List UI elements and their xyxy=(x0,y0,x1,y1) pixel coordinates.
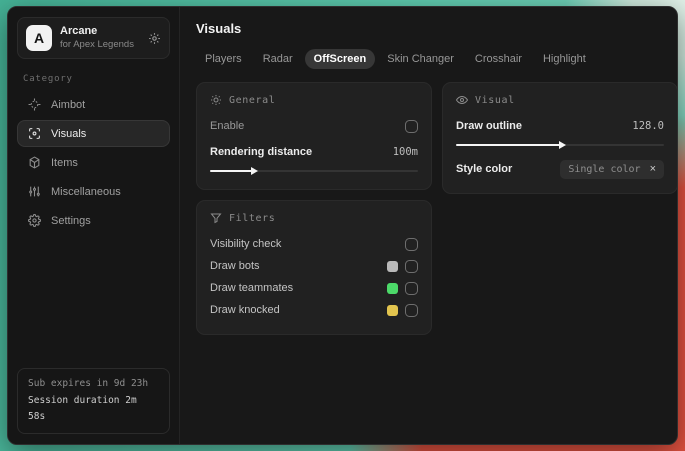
panel-general-header: General xyxy=(210,94,418,106)
sidebar-item-label: Aimbot xyxy=(51,98,86,111)
draw-bots-color-swatch[interactable] xyxy=(387,260,398,272)
sidebar-item-items[interactable]: Items xyxy=(17,149,170,176)
draw-bots-label: Draw bots xyxy=(210,260,260,272)
sun-icon xyxy=(210,94,222,106)
tab-skin-changer[interactable]: Skin Changer xyxy=(378,49,463,69)
category-label: Category xyxy=(23,74,73,84)
draw-knocked-row: Draw knocked xyxy=(210,299,418,321)
panel-general: General Enable Rendering distance 100m xyxy=(196,82,432,190)
tab-highlight[interactable]: Highlight xyxy=(534,49,595,69)
panel-title: General xyxy=(229,94,276,106)
draw-outline-slider[interactable] xyxy=(456,140,664,150)
tab-players[interactable]: Players xyxy=(196,49,251,69)
gear-icon xyxy=(28,214,41,227)
draw-teammates-checkbox[interactable] xyxy=(405,281,418,295)
subscription-card: Sub expires in 9d 23h Session duration 2… xyxy=(17,368,170,434)
sidebar-item-label: Miscellaneous xyxy=(51,185,121,198)
sidebar: A Arcane for Apex Legends Category Aimbo… xyxy=(8,7,180,444)
sidebar-item-label: Items xyxy=(51,156,78,169)
style-color-row: Style color Single color × xyxy=(456,158,664,180)
visibility-check-row: Visibility check xyxy=(210,233,418,255)
draw-knocked-checkbox[interactable] xyxy=(405,303,418,317)
page-title: Visuals xyxy=(196,21,242,36)
close-icon[interactable]: × xyxy=(650,163,656,175)
left-column: General Enable Rendering distance 100m F… xyxy=(196,82,432,335)
draw-bots-checkbox[interactable] xyxy=(405,259,418,273)
gear-icon[interactable] xyxy=(148,32,161,45)
right-column: Visual Draw outline 128.0 Style color Si… xyxy=(442,82,677,194)
panel-visual: Visual Draw outline 128.0 Style color Si… xyxy=(442,82,677,194)
sidebar-item-miscellaneous[interactable]: Miscellaneous xyxy=(17,178,170,205)
tab-bar: Players Radar OffScreen Skin Changer Cro… xyxy=(196,49,677,69)
sliders-icon xyxy=(28,185,41,198)
tab-offscreen[interactable]: OffScreen xyxy=(304,49,376,69)
draw-bots-row: Draw bots xyxy=(210,255,418,277)
enable-checkbox[interactable] xyxy=(405,119,418,133)
slider-fill[interactable] xyxy=(210,167,258,175)
eye-scan-icon xyxy=(28,127,41,140)
sub-expires-text: Sub expires in 9d 23h xyxy=(28,378,149,390)
slider-fill[interactable] xyxy=(456,141,566,149)
arcane-window: A Arcane for Apex Legends Category Aimbo… xyxy=(7,6,678,445)
draw-outline-value: 128.0 xyxy=(632,120,664,132)
rendering-distance-row: Rendering distance 100m xyxy=(210,141,418,163)
enable-label: Enable xyxy=(210,120,245,132)
draw-bots-controls xyxy=(387,259,418,273)
tab-radar[interactable]: Radar xyxy=(254,49,302,69)
eye-icon xyxy=(456,94,468,106)
draw-teammates-row: Draw teammates xyxy=(210,277,418,299)
brand-subtitle: for Apex Legends xyxy=(60,38,134,50)
sidebar-nav: Aimbot Visuals Items Miscellaneous Setti… xyxy=(17,91,170,234)
draw-teammates-controls xyxy=(387,281,418,295)
draw-teammates-color-swatch[interactable] xyxy=(387,282,398,294)
tab-crosshair[interactable]: Crosshair xyxy=(466,49,531,69)
draw-outline-row: Draw outline 128.0 xyxy=(456,115,664,137)
sidebar-item-aimbot[interactable]: Aimbot xyxy=(17,91,170,118)
draw-knocked-controls xyxy=(387,303,418,317)
funnel-icon xyxy=(210,212,222,224)
panel-visual-header: Visual xyxy=(456,94,664,106)
panels-area: General Enable Rendering distance 100m F… xyxy=(196,82,677,335)
style-color-select[interactable]: Single color × xyxy=(560,159,664,179)
visibility-check-label: Visibility check xyxy=(210,238,282,250)
style-color-label: Style color xyxy=(456,163,513,175)
draw-knocked-color-swatch[interactable] xyxy=(387,304,398,316)
sidebar-item-settings[interactable]: Settings xyxy=(17,207,170,234)
package-icon xyxy=(28,156,41,169)
panel-title: Visual xyxy=(475,94,515,106)
panel-filters: Filters Visibility check Draw bots Draw … xyxy=(196,200,432,335)
draw-teammates-label: Draw teammates xyxy=(210,282,294,294)
brand-logo: A xyxy=(26,25,52,51)
draw-knocked-label: Draw knocked xyxy=(210,304,280,316)
sidebar-item-visuals[interactable]: Visuals xyxy=(17,120,170,147)
visibility-check-checkbox[interactable] xyxy=(405,237,418,251)
rendering-distance-label: Rendering distance xyxy=(210,146,313,158)
session-duration-text: Session duration 2m 58s xyxy=(28,394,137,423)
main-content: Visuals Players Radar OffScreen Skin Cha… xyxy=(180,7,677,444)
style-color-value: Single color xyxy=(568,163,641,175)
enable-row: Enable xyxy=(210,115,418,137)
sidebar-item-label: Visuals xyxy=(51,127,87,140)
brand-name: Arcane xyxy=(60,25,98,38)
rendering-distance-slider[interactable] xyxy=(210,166,418,176)
sidebar-item-label: Settings xyxy=(51,214,91,227)
brand-card: A Arcane for Apex Legends xyxy=(17,17,170,59)
brand-text: Arcane for Apex Legends xyxy=(60,25,134,51)
rendering-distance-value: 100m xyxy=(392,146,418,158)
draw-outline-label: Draw outline xyxy=(456,120,523,132)
panel-title: Filters xyxy=(229,212,276,224)
crosshair-icon xyxy=(28,98,41,111)
panel-filters-header: Filters xyxy=(210,212,418,224)
